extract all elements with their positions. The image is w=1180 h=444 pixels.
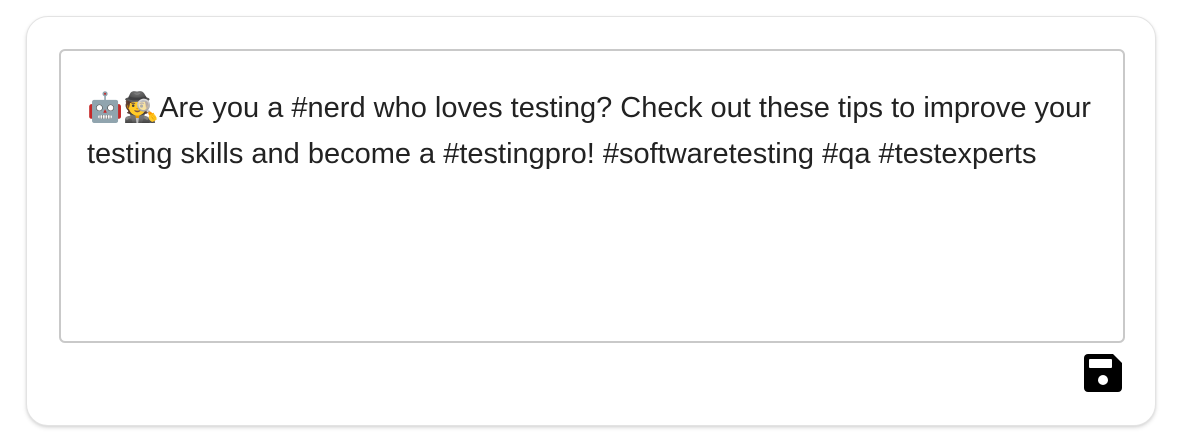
post-editor-card: 🤖🕵️Are you a #nerd who loves testing? Ch… [26, 16, 1156, 426]
post-text-input[interactable]: 🤖🕵️Are you a #nerd who loves testing? Ch… [59, 49, 1125, 343]
save-icon [1084, 354, 1122, 392]
save-button[interactable] [1083, 353, 1123, 393]
